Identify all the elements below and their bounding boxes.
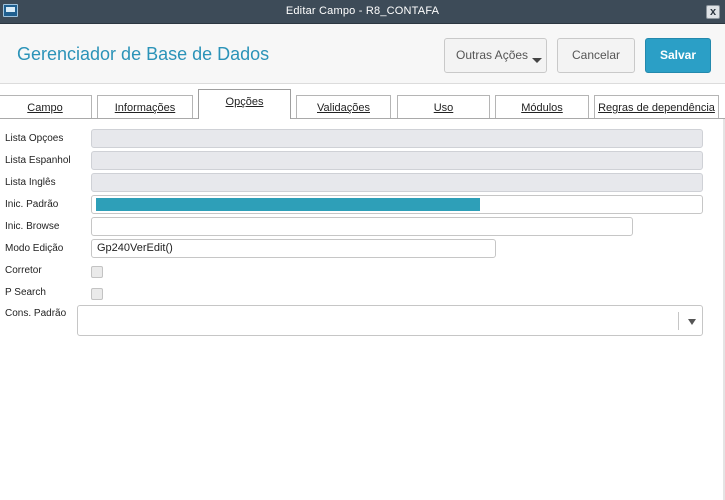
save-button[interactable]: Salvar xyxy=(645,38,711,73)
chevron-down-icon xyxy=(532,58,542,63)
page-header: Gerenciador de Base de Dados Outras Açõe… xyxy=(0,24,725,84)
lista-ingles-field xyxy=(91,173,703,192)
tab-opcoes[interactable]: Opções xyxy=(198,89,291,119)
p-search-checkbox[interactable] xyxy=(91,288,103,300)
tab-bar: Campo Informações Opções Validações Uso … xyxy=(0,84,725,119)
inic-padrao-field[interactable] xyxy=(91,195,703,214)
tab-informacoes[interactable]: Informações xyxy=(97,95,193,119)
cons-padrao-label: Cons. Padrão xyxy=(5,308,67,319)
tab-campo[interactable]: Campo xyxy=(0,95,92,119)
corretor-label: Corretor xyxy=(5,265,42,276)
lista-ingles-label: Lista Inglês xyxy=(5,177,56,188)
cons-padrao-select[interactable] xyxy=(77,305,703,336)
tab-uso[interactable]: Uso xyxy=(397,95,490,119)
outras-acoes-label: Outras Ações xyxy=(456,48,529,62)
window-title: Editar Campo - R8_CONTAFA xyxy=(285,5,440,17)
page-title: Gerenciador de Base de Dados xyxy=(17,44,270,64)
modo-edicao-field[interactable]: Gp240VerEdit() xyxy=(91,239,496,258)
modo-edicao-label: Modo Edição xyxy=(5,243,64,254)
window-titlebar: Editar Campo - R8_CONTAFA x xyxy=(0,0,725,24)
text-selection-highlight xyxy=(96,198,480,211)
cancel-button[interactable]: Cancelar xyxy=(557,38,635,73)
corretor-checkbox[interactable] xyxy=(91,266,103,278)
chevron-down-icon[interactable] xyxy=(688,319,696,325)
options-form: Lista Opçoes Lista Espanhol Lista Inglês… xyxy=(0,119,725,500)
outras-acoes-button[interactable]: Outras Ações xyxy=(444,38,547,73)
inic-browse-label: Inic. Browse xyxy=(5,221,60,232)
lista-espanhol-label: Lista Espanhol xyxy=(5,155,71,166)
inic-padrao-label: Inic. Padrão xyxy=(5,199,59,210)
lista-espanhol-field xyxy=(91,151,703,170)
combo-divider xyxy=(678,312,679,330)
inic-browse-field[interactable] xyxy=(91,217,633,236)
tab-regras-de-dependencia[interactable]: Regras de dependência xyxy=(594,95,719,119)
tab-modulos[interactable]: Módulos xyxy=(495,95,589,119)
close-icon[interactable]: x xyxy=(706,5,720,19)
tab-validacoes[interactable]: Validações xyxy=(296,95,391,119)
lista-opcoes-label: Lista Opçoes xyxy=(5,133,64,144)
p-search-label: P Search xyxy=(5,287,46,298)
lista-opcoes-field xyxy=(91,129,703,148)
